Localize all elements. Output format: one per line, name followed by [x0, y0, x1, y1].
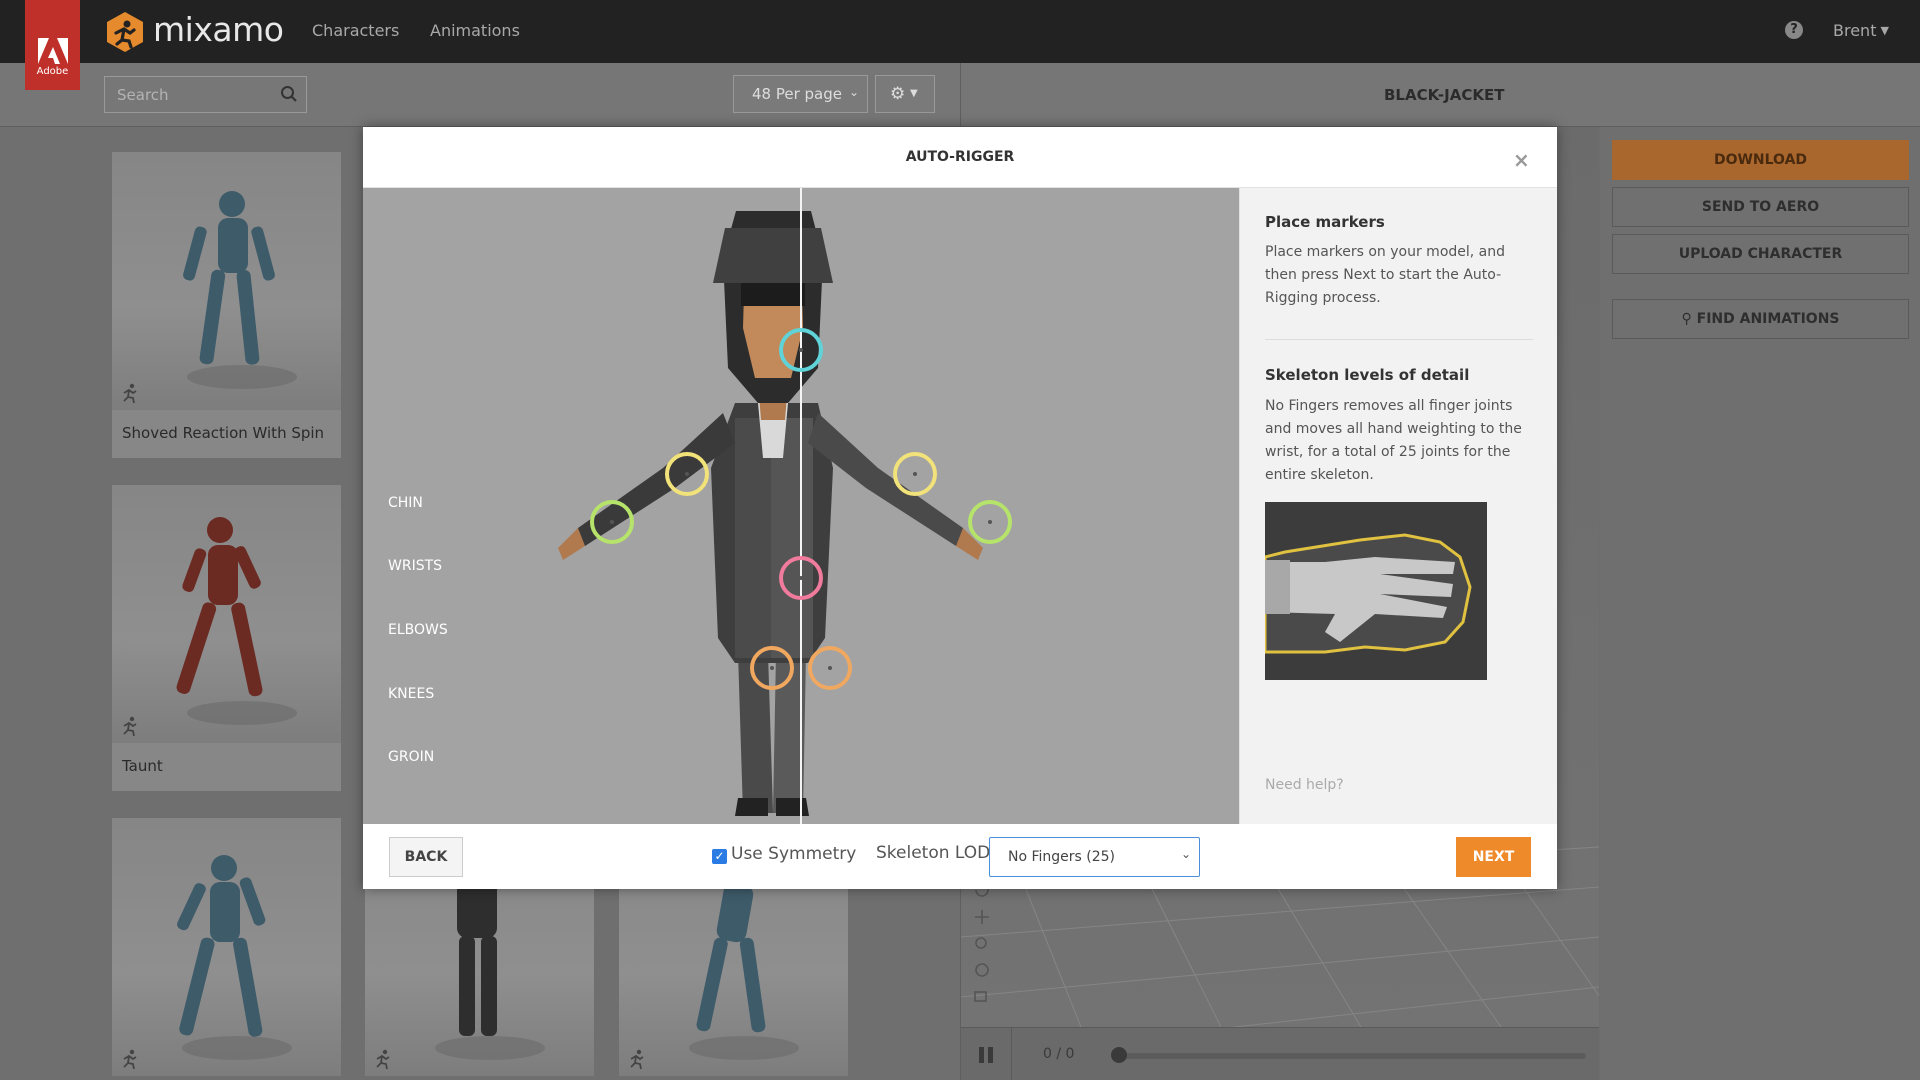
place-markers-heading: Place markers — [1265, 213, 1385, 231]
need-help-link[interactable]: Need help? — [1265, 777, 1344, 793]
checkbox-checked-icon[interactable]: ✓ — [712, 849, 727, 864]
marker-label-knees: KNEES — [388, 686, 435, 702]
marker-layer — [590, 328, 1012, 690]
marker-label-groin: GROIN — [388, 749, 435, 765]
chevron-down-icon: ▼ — [1880, 24, 1889, 37]
modal-footer: BACK ✓ Use Symmetry Skeleton LOD No Finge… — [363, 824, 1557, 889]
right-wrist-marker[interactable] — [968, 500, 1012, 544]
place-markers-text: Place markers on your model, and then pr… — [1265, 244, 1506, 306]
user-name: Brent — [1833, 21, 1877, 40]
animation-type-icon — [376, 1049, 390, 1070]
groin-marker[interactable] — [779, 556, 823, 600]
mixamo-logo-icon[interactable] — [104, 11, 146, 57]
modal-title: AUTO-RIGGER — [905, 149, 1015, 165]
adobe-logo[interactable]: Adobe — [25, 0, 80, 90]
search-icon[interactable] — [280, 85, 298, 103]
animation-type-icon — [123, 716, 137, 737]
right-sidebar: DOWNLOAD SEND TO AERO UPLOAD CHARACTER ⚲… — [1600, 127, 1920, 1080]
pause-icon[interactable] — [979, 1047, 993, 1063]
left-knee-marker[interactable] — [750, 646, 794, 690]
viewport-tools — [974, 883, 989, 1002]
mixamo-app: Characters Animations ? Brent ▼ Adobe mix… — [0, 0, 1920, 1080]
back-button[interactable]: BACK — [389, 837, 463, 877]
left-elbow-marker[interactable] — [665, 452, 709, 496]
use-symmetry-label: Use Symmetry — [731, 844, 857, 864]
left-wrist-marker[interactable] — [590, 500, 634, 544]
chevron-down-icon: ⌄ — [1180, 847, 1191, 861]
find-animations-button[interactable]: ⚲ FIND ANIMATIONS — [1612, 299, 1909, 339]
upload-character-button[interactable]: UPLOAD CHARACTER — [1612, 234, 1909, 274]
move-icon[interactable] — [975, 910, 989, 924]
top-navbar: Characters Animations ? Brent ▼ — [0, 0, 1920, 63]
animation-type-icon — [630, 1049, 644, 1070]
playback-bar: 0 / 0 — [961, 1027, 1599, 1080]
zoom-icon[interactable] — [975, 937, 987, 949]
animation-type-icon — [123, 1049, 137, 1070]
animation-thumbnail — [112, 152, 341, 410]
search-box — [104, 76, 307, 113]
animation-title: Shoved Reaction With Spin — [122, 424, 325, 442]
hand-weighting-image — [1265, 502, 1487, 680]
timeline-scrubber[interactable] — [1111, 1047, 1127, 1063]
close-icon[interactable]: × — [1513, 148, 1530, 172]
animation-card[interactable]: Shoved Reaction With Spin — [112, 152, 341, 458]
animation-title: Taunt — [122, 757, 163, 775]
animation-card[interactable] — [112, 818, 341, 1076]
skeleton-lod-heading: Skeleton levels of detail — [1265, 366, 1470, 384]
camera-icon[interactable] — [974, 991, 987, 1002]
chin-marker[interactable] — [779, 328, 823, 372]
animation-thumbnail — [112, 485, 341, 743]
use-symmetry-checkbox[interactable]: ✓ Use Symmetry — [712, 844, 856, 864]
frame-counter: 0 / 0 — [1043, 1046, 1075, 1062]
per-page-value: 48 Per page — [752, 85, 842, 103]
search-icon: ⚲ — [1681, 311, 1697, 327]
send-to-aero-button[interactable]: SEND TO AERO — [1612, 187, 1909, 227]
divider — [1011, 1028, 1012, 1080]
find-animations-label: FIND ANIMATIONS — [1696, 311, 1840, 327]
settings-dropdown[interactable]: ⚙ ▼ — [875, 75, 935, 113]
marker-label-wrists: WRISTS — [388, 558, 443, 574]
animation-thumbnail — [112, 818, 341, 1076]
skeleton-lod-select[interactable]: No Fingers (25) ⌄ — [989, 837, 1200, 877]
help-icon[interactable]: ? — [1785, 21, 1803, 39]
per-page-select[interactable]: 48 Per page ⌄ — [733, 75, 868, 113]
caret-down-icon: ▼ — [910, 88, 918, 99]
mixamo-wordmark: mixamo — [153, 10, 284, 49]
animation-card[interactable]: Taunt — [112, 485, 341, 791]
modal-header: AUTO-RIGGER × — [363, 127, 1557, 188]
skeleton-lod-text: No Fingers removes all finger joints and… — [1265, 398, 1522, 483]
next-button[interactable]: NEXT — [1456, 837, 1531, 877]
marker-label-chin: CHIN — [388, 495, 423, 511]
user-menu[interactable]: Brent ▼ — [1833, 21, 1889, 40]
right-elbow-marker[interactable] — [893, 452, 937, 496]
download-button[interactable]: DOWNLOAD — [1612, 140, 1909, 180]
skeleton-lod-value: No Fingers (25) — [1008, 849, 1116, 865]
chevron-down-icon: ⌄ — [848, 85, 859, 99]
adobe-label: Adobe — [36, 66, 69, 77]
nav-animations[interactable]: Animations — [430, 21, 520, 40]
instructions-panel: Place markers Place markers on your mode… — [1239, 188, 1557, 824]
auto-rigger-modal: AUTO-RIGGER × CHIN WRISTS ELBOWS KNEES G… — [363, 127, 1557, 889]
search-input[interactable] — [105, 77, 275, 112]
animation-type-icon — [123, 383, 137, 404]
skeleton-lod-label: Skeleton LOD — [876, 843, 991, 863]
gear-icon: ⚙ — [890, 84, 906, 104]
timeline-track[interactable] — [1116, 1053, 1586, 1059]
power-icon[interactable] — [975, 963, 989, 977]
nav-characters[interactable]: Characters — [312, 21, 399, 40]
rigging-stage[interactable]: CHIN WRISTS ELBOWS KNEES GROIN — [363, 188, 1239, 824]
divider — [1265, 339, 1533, 340]
character-title: BLACK-JACKET — [1384, 86, 1505, 104]
right-knee-marker[interactable] — [808, 646, 852, 690]
adobe-a-icon — [38, 38, 68, 64]
marker-label-elbows: ELBOWS — [388, 622, 448, 638]
